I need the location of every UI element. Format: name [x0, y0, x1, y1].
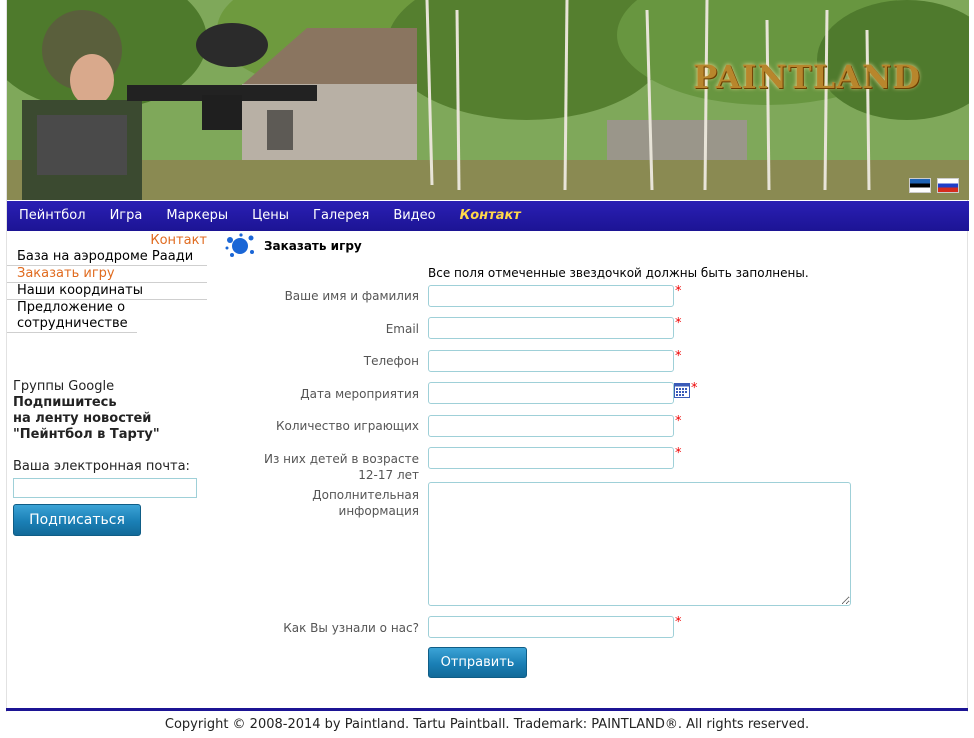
required-star: * — [675, 284, 682, 299]
kids-label-line-2: 12-17 лет — [358, 468, 419, 482]
event-date-input[interactable] — [428, 382, 674, 404]
sidebar-menu: База на аэродроме Раади Заказать игру На… — [7, 249, 207, 333]
subscribe-email-label: Ваша электронная почта: — [13, 459, 190, 474]
required-star: * — [675, 446, 682, 461]
paint-splat-icon — [225, 233, 254, 257]
subscribe-line-3: "Пейнтбол в Тарту" — [13, 427, 160, 442]
sidebar-item-order-game[interactable]: Заказать игру — [7, 266, 207, 283]
calendar-icon[interactable] — [674, 382, 690, 398]
nav-item-video[interactable]: Видео — [381, 201, 447, 231]
nav-item-paintball[interactable]: Пейнтбол — [7, 201, 98, 231]
header-banner: PAINTLAND — [7, 0, 969, 200]
google-groups-label: Группы Google — [13, 379, 115, 394]
subscribe-button[interactable]: Подписаться — [13, 504, 141, 536]
name-input[interactable] — [428, 285, 674, 307]
sidebar-item-coordinates[interactable]: Наши координаты — [7, 283, 207, 300]
page: PAINTLAND Пейнтбол Игра Маркеры Цены Гал… — [6, 0, 969, 712]
kids-count-input[interactable] — [428, 447, 674, 469]
banner-photo — [7, 0, 969, 200]
email-label: Email — [385, 322, 419, 336]
footer-divider — [6, 708, 968, 711]
form-title: Заказать игру — [264, 239, 362, 253]
required-star: * — [675, 316, 682, 331]
source-label: Как Вы узнали о нас? — [283, 621, 419, 635]
extra-info-label: Дополнительная информация — [249, 487, 419, 519]
main-nav: Пейнтбол Игра Маркеры Цены Галерея Видео… — [7, 201, 969, 231]
paintland-logo[interactable]: PAINTLAND — [693, 58, 921, 96]
extra-label-line-1: Дополнительная — [312, 488, 419, 502]
form-heading: Заказать игру — [224, 232, 362, 260]
extra-info-textarea[interactable] — [428, 482, 851, 606]
nav-item-markers[interactable]: Маркеры — [154, 201, 240, 231]
players-count-label: Количество играющих — [276, 419, 419, 433]
players-count-input[interactable] — [428, 415, 674, 437]
required-star: * — [691, 381, 698, 396]
event-date-label: Дата мероприятия — [300, 387, 419, 401]
google-groups-block: Группы Google Подпишитесь на ленту новос… — [13, 379, 213, 443]
sidebar-item-base[interactable]: База на аэродроме Раади — [7, 249, 207, 266]
subscribe-email-input[interactable] — [13, 478, 197, 498]
nav-item-contact[interactable]: Контакт — [448, 201, 533, 231]
sidebar-title: Контакт — [150, 233, 207, 248]
language-flags — [909, 178, 959, 193]
footer-copyright: Copyright © 2008-2014 by Paintland. Tart… — [164, 717, 810, 732]
kids-count-label: Из них детей в возрасте 12-17 лет — [249, 451, 419, 483]
estonian-flag-icon[interactable] — [909, 178, 931, 193]
required-fields-note: Все поля отмеченные звездочкой должны бы… — [428, 266, 809, 280]
nav-item-game[interactable]: Игра — [98, 201, 155, 231]
sidebar-item-cooperation[interactable]: Предложение о сотрудничестве — [7, 300, 137, 333]
required-star: * — [675, 349, 682, 364]
submit-button[interactable]: Отправить — [428, 647, 527, 678]
russian-flag-icon[interactable] — [937, 178, 959, 193]
extra-label-line-2: информация — [338, 504, 419, 518]
subscribe-line-2: на ленту новостей — [13, 411, 152, 426]
required-star: * — [675, 615, 682, 630]
email-input[interactable] — [428, 317, 674, 339]
nav-item-gallery[interactable]: Галерея — [301, 201, 381, 231]
phone-label: Телефон — [363, 354, 419, 368]
required-star: * — [675, 414, 682, 429]
nav-item-prices[interactable]: Цены — [240, 201, 301, 231]
source-input[interactable] — [428, 616, 674, 638]
subscribe-line-1: Подпишитесь — [13, 395, 117, 410]
name-label: Ваше имя и фамилия — [284, 289, 419, 303]
phone-input[interactable] — [428, 350, 674, 372]
kids-label-line-1: Из них детей в возрасте — [263, 452, 419, 466]
